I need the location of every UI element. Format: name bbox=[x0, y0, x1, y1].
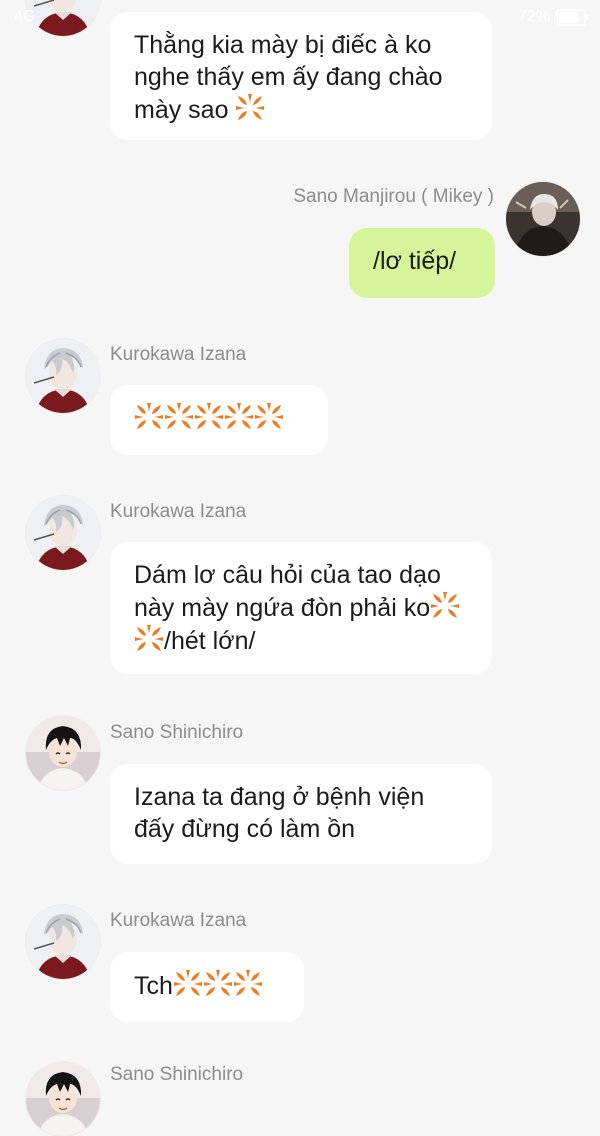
message-text: Tch bbox=[134, 972, 173, 1000]
avatar-mikey[interactable] bbox=[506, 182, 580, 256]
anger-emoji-icon bbox=[430, 591, 460, 621]
sender-name: Sano Manjirou ( Mikey ) bbox=[293, 186, 494, 207]
message-bubble[interactable]: Izana ta đang ở bệnh viện đấy đừng có là… bbox=[110, 764, 492, 864]
anger-emoji-icon bbox=[235, 93, 265, 123]
sender-name: Kurokawa Izana bbox=[110, 910, 247, 931]
avatar-izana[interactable] bbox=[26, 496, 100, 570]
message-text: Izana ta đang ở bệnh viện đấy đừng có là… bbox=[134, 783, 425, 843]
anger-emoji-icon bbox=[173, 969, 203, 999]
network-label: 4G bbox=[14, 8, 36, 25]
status-bar: 4G 72% bbox=[0, 0, 600, 34]
message-text-suffix: /hét lớn/ bbox=[164, 627, 256, 655]
message-bubble-self[interactable]: /lơ tiếp/ bbox=[349, 228, 495, 298]
message-bubble[interactable] bbox=[110, 385, 328, 455]
anger-emoji-icon bbox=[224, 402, 254, 432]
anger-emoji-icon bbox=[134, 402, 164, 432]
message-bubble[interactable]: Dám lơ câu hỏi của tao dạo này mày ngứa … bbox=[110, 542, 492, 674]
avatar-shinichiro[interactable] bbox=[26, 716, 100, 790]
message-bubble[interactable]: Tch bbox=[110, 952, 304, 1022]
sender-name: Kurokawa Izana bbox=[110, 501, 247, 522]
message-text: /lơ tiếp/ bbox=[373, 247, 457, 275]
anger-emoji-icon bbox=[203, 969, 233, 999]
battery-indicator: 72% bbox=[517, 8, 589, 26]
anger-emoji-icon bbox=[254, 402, 284, 432]
sender-name: Sano Shinichiro bbox=[110, 1064, 244, 1085]
avatar-izana[interactable] bbox=[26, 339, 100, 413]
sender-name: Kurokawa Izana bbox=[110, 344, 247, 365]
anger-emoji-icon bbox=[134, 624, 164, 654]
battery-icon bbox=[556, 8, 589, 26]
message-text: Dám lơ câu hỏi của tao dạo này mày ngứa … bbox=[134, 561, 441, 622]
network-indicator: 4G bbox=[14, 8, 35, 26]
avatar-izana[interactable] bbox=[26, 905, 100, 979]
avatar-shinichiro[interactable] bbox=[26, 1062, 100, 1136]
sender-name: Sano Shinichiro bbox=[110, 722, 244, 743]
anger-emoji-icon bbox=[233, 969, 263, 999]
message-text: Thằng kia mày bị điếc à ko nghe thấy em … bbox=[134, 31, 443, 124]
battery-percent: 72% bbox=[517, 8, 550, 25]
anger-emoji-icon bbox=[164, 402, 194, 432]
anger-emoji-icon bbox=[194, 402, 224, 432]
